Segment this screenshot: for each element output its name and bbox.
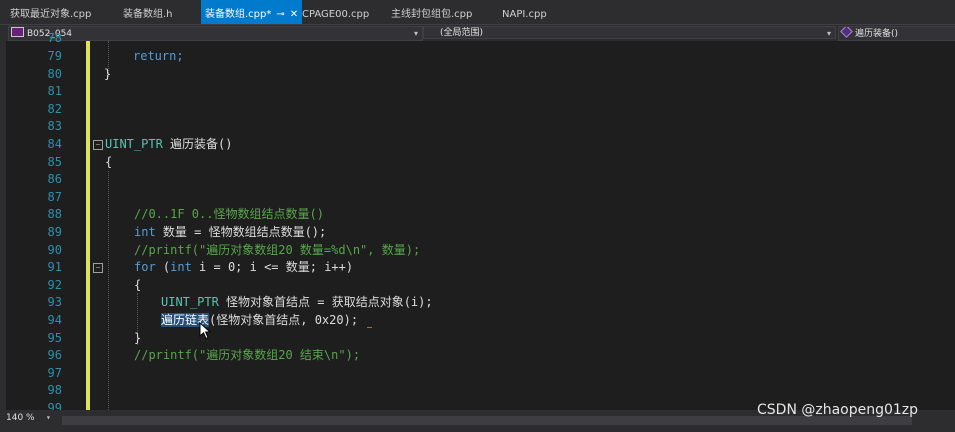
tab-file-active[interactable]: 装备数组.cpp* ⊸ ✕ bbox=[201, 0, 303, 24]
code-line: 79 return; bbox=[0, 48, 955, 66]
close-icon[interactable]: ✕ bbox=[290, 9, 298, 20]
code-comment: //0..1F 0..怪物数组结点数量() bbox=[134, 207, 324, 222]
code-comment: //printf("遍历对象数组20 结束\n"); bbox=[134, 348, 361, 363]
code-text: i = 0; i <= 数量; i++) bbox=[191, 260, 354, 275]
line-number: 93 bbox=[47, 295, 62, 310]
code-line: 81 bbox=[0, 83, 955, 101]
code-line: 84 − UINT_PTR 遍历装备() bbox=[0, 136, 955, 154]
code-line: 82 bbox=[0, 101, 955, 119]
tab-label: 获取最近对象.cpp bbox=[10, 9, 92, 20]
zoom-level[interactable]: 140 % bbox=[6, 413, 35, 423]
line-number: 88 bbox=[47, 207, 62, 222]
line-number: 82 bbox=[47, 101, 62, 116]
code-text: (怪物对象首结点, 0x20); bbox=[209, 313, 359, 327]
code-line: 92 { bbox=[0, 277, 955, 295]
code-keyword: return; bbox=[133, 49, 184, 63]
code-line: 78 bbox=[0, 30, 955, 48]
line-number: 94 bbox=[47, 313, 62, 327]
line-number: 85 bbox=[47, 154, 62, 169]
code-line: 96 //printf("遍历对象数组20 结束\n"); bbox=[0, 347, 955, 365]
line-number: 89 bbox=[47, 225, 62, 239]
code-text: { bbox=[105, 154, 113, 169]
code-line: 93 UINT_PTR 怪物对象首结点 = 获取结点对象(i); bbox=[0, 294, 955, 312]
code-comment: //printf("遍历对象数组20 数量=%d\n", 数量); bbox=[134, 242, 421, 257]
code-text: } bbox=[104, 66, 112, 81]
code-type: UINT_PTR bbox=[105, 137, 163, 151]
collapse-icon[interactable]: − bbox=[93, 140, 103, 150]
chevron-down-icon[interactable]: ▾ bbox=[46, 413, 51, 422]
code-line: 85 { bbox=[0, 154, 955, 172]
code-line: 95 } bbox=[0, 330, 955, 348]
line-number: 81 bbox=[47, 84, 62, 99]
code-editor[interactable]: 78 79 return; 80 } 81 82 83 84 − UINT_PT… bbox=[0, 31, 955, 415]
code-line: 91 − for (int i = 0; i <= 数量; i++) bbox=[0, 259, 955, 277]
line-number: 92 bbox=[47, 277, 62, 292]
tab-file-6[interactable]: NAPI.cpp bbox=[502, 0, 547, 24]
code-type: UINT_PTR bbox=[161, 295, 219, 310]
code-line: 83 bbox=[0, 118, 955, 136]
error-squiggle bbox=[367, 324, 372, 328]
line-number: 86 bbox=[47, 172, 62, 187]
tab-label: 装备数组.h bbox=[123, 9, 173, 20]
line-number: 83 bbox=[47, 119, 62, 134]
line-number: 95 bbox=[47, 330, 62, 345]
line-number: 98 bbox=[47, 383, 62, 398]
tab-file-4[interactable]: CPAGE00.cpp bbox=[302, 0, 369, 24]
code-line: 86 bbox=[0, 171, 955, 189]
code-keyword: int bbox=[134, 225, 156, 239]
document-tab-bar: 获取最近对象.cpp 装备数组.h 装备数组.cpp* ⊸ ✕ CPAGE00.cp… bbox=[0, 0, 955, 24]
code-text: ( bbox=[155, 260, 171, 275]
line-number: 79 bbox=[47, 49, 62, 63]
tab-file-2[interactable]: 装备数组.h bbox=[123, 0, 173, 24]
code-line: 88 //0..1F 0..怪物数组结点数量() bbox=[0, 206, 955, 224]
code-line: 94 遍历链表(怪物对象首结点, 0x20); bbox=[0, 312, 955, 330]
code-text: 数量 = 怪物数组结点数量(); bbox=[155, 225, 327, 239]
pin-icon[interactable]: ⊸ bbox=[276, 9, 284, 20]
code-text: 怪物对象首结点 = 获取结点对象(i); bbox=[218, 295, 433, 310]
code-keyword: int bbox=[170, 260, 192, 275]
code-text: { bbox=[134, 277, 142, 292]
code-line: 97 bbox=[0, 365, 955, 383]
code-line: 87 bbox=[0, 189, 955, 207]
line-number: 84 bbox=[47, 137, 62, 151]
code-line: 89 int 数量 = 怪物数组结点数量(); bbox=[0, 224, 955, 242]
code-text: 遍历装备() bbox=[162, 137, 233, 151]
tab-label: 主线封包组包.cpp bbox=[391, 9, 473, 20]
code-line: 90 //printf("遍历对象数组20 数量=%d\n", 数量); bbox=[0, 242, 955, 260]
line-number: 96 bbox=[47, 348, 62, 363]
tab-label: 装备数组.cpp* bbox=[205, 9, 272, 20]
tab-label: NAPI.cpp bbox=[502, 9, 547, 20]
line-number: 80 bbox=[47, 66, 62, 81]
tab-file-5[interactable]: 主线封包组包.cpp bbox=[391, 0, 472, 24]
line-number: 90 bbox=[47, 242, 62, 257]
code-line: 80 } bbox=[0, 66, 955, 84]
code-text: } bbox=[134, 330, 142, 345]
mouse-pointer-icon bbox=[199, 322, 212, 340]
collapse-icon[interactable]: − bbox=[93, 263, 103, 274]
line-number: 87 bbox=[47, 189, 62, 204]
tab-label: CPAGE00.cpp bbox=[302, 9, 370, 20]
watermark: CSDN @zhaopeng01zp bbox=[757, 402, 919, 418]
tab-file-1[interactable]: 获取最近对象.cpp bbox=[10, 0, 91, 24]
code-keyword: for bbox=[134, 260, 156, 275]
line-number: 91 bbox=[47, 260, 62, 275]
line-number: 97 bbox=[47, 365, 62, 380]
line-number: 78 bbox=[47, 31, 62, 46]
code-line: 98 bbox=[0, 382, 955, 400]
